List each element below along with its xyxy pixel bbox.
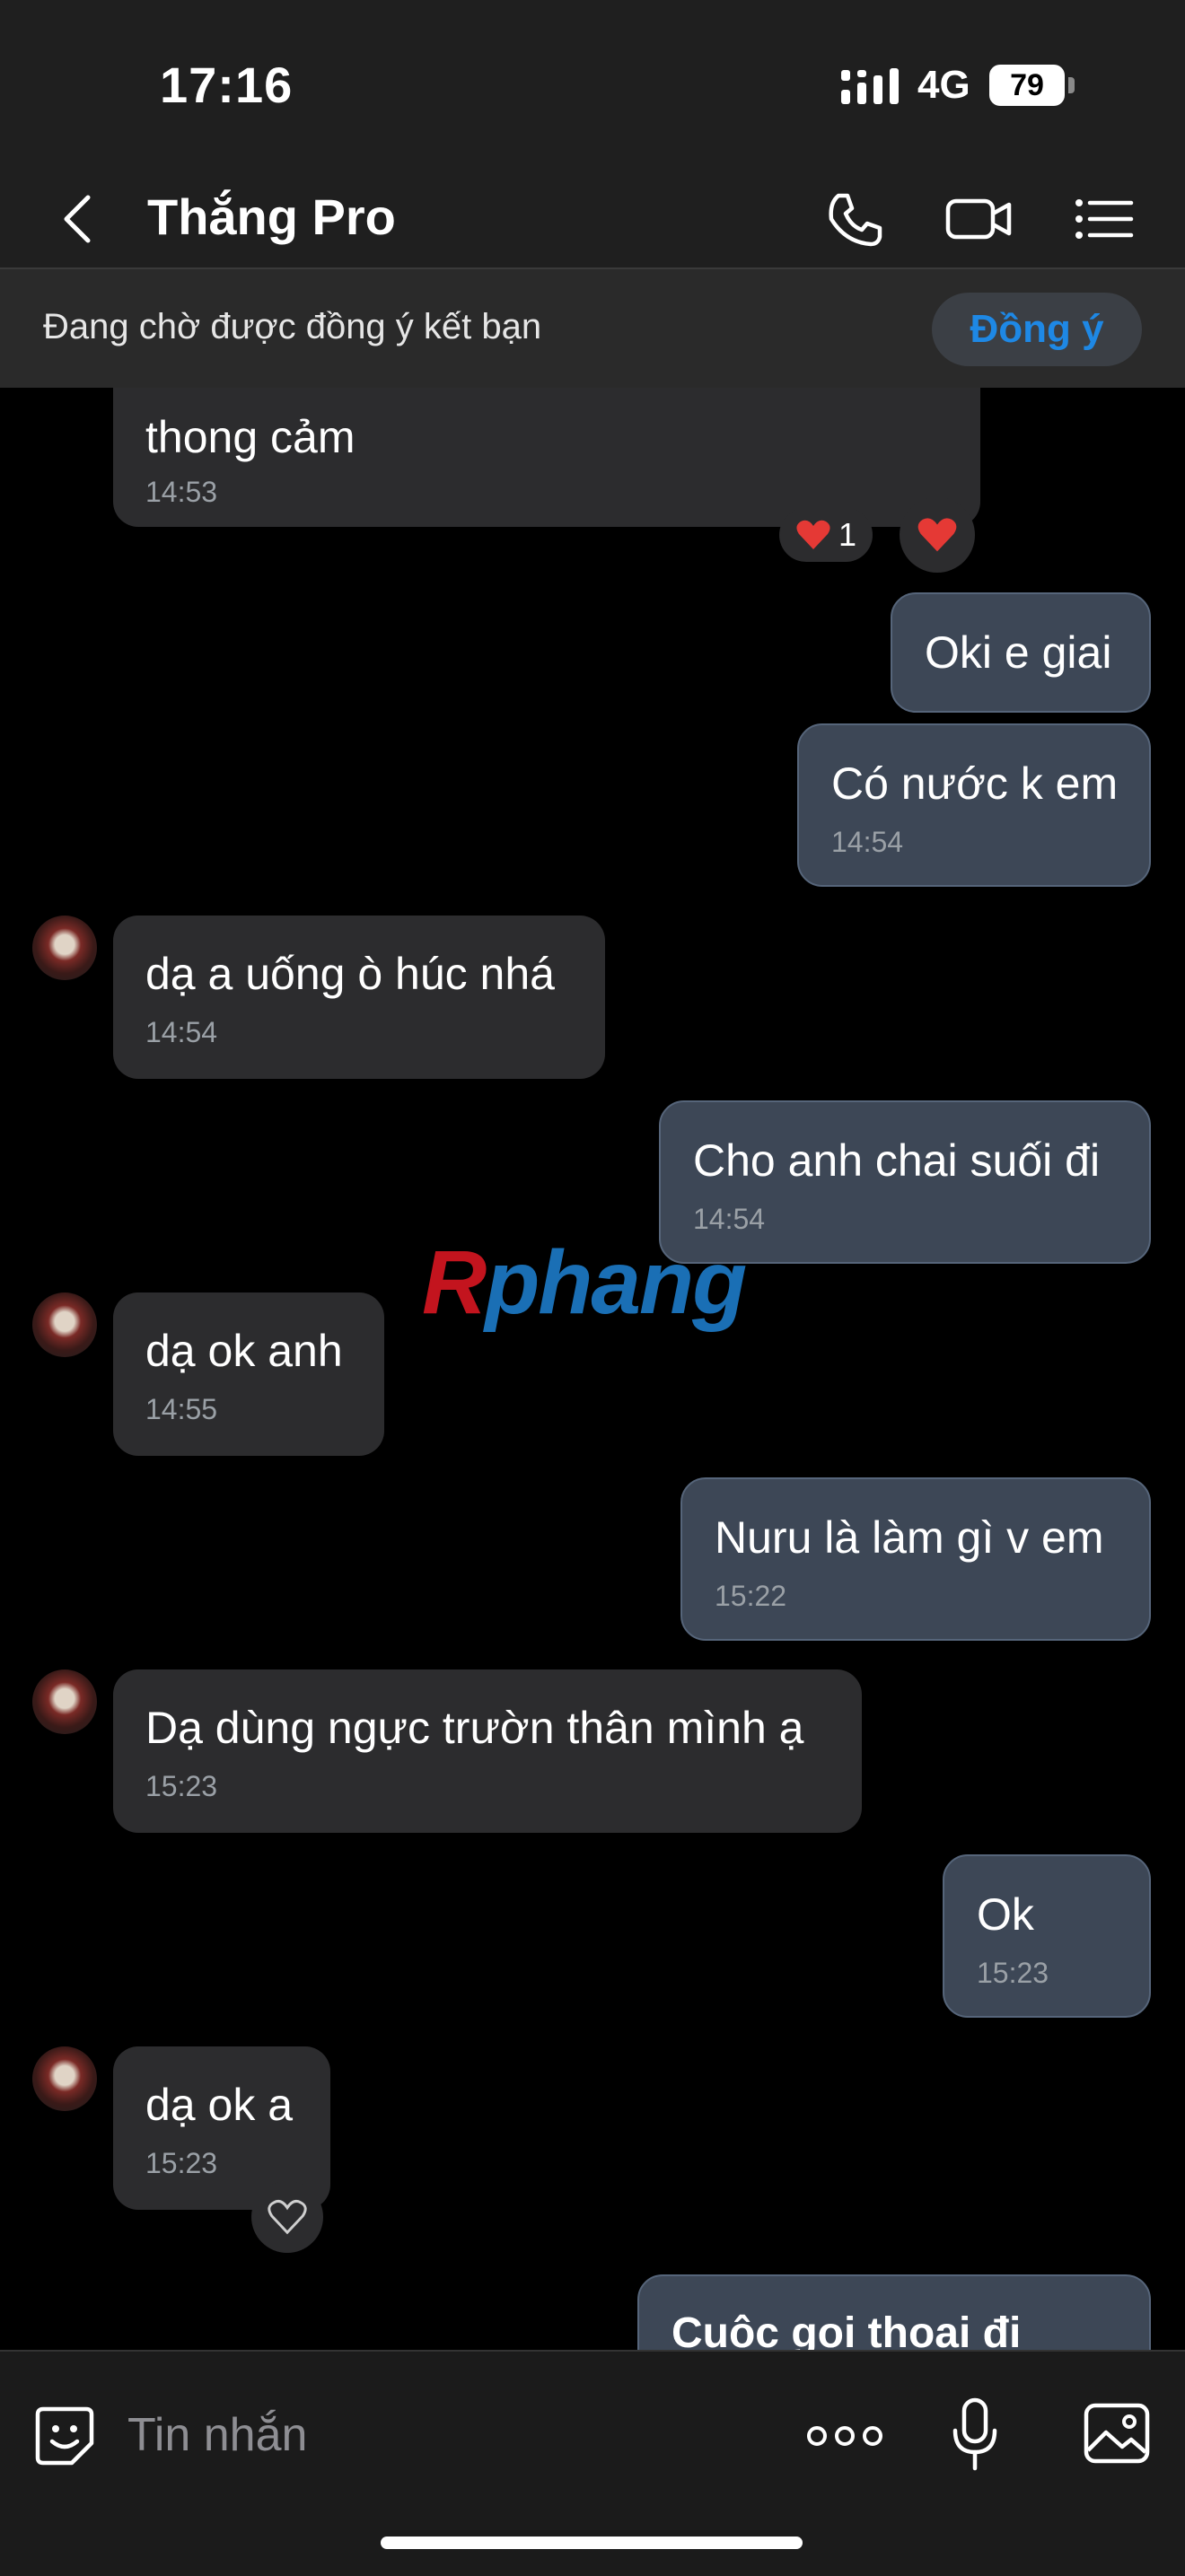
call-message-bubble[interactable]: Cuộc gọi thoại đi (637, 2274, 1151, 2350)
message-bubble-outgoing[interactable]: Ok 15:23 (943, 1854, 1151, 2018)
message-input[interactable] (126, 2398, 704, 2472)
message-text: dạ a uống ò húc nhá (145, 949, 555, 999)
message-time: 15:23 (145, 1770, 218, 1802)
message-time: 15:22 (715, 1580, 787, 1612)
message-text: Oki e giai (925, 627, 1112, 678)
battery-level: 79 (1010, 68, 1044, 102)
contact-name[interactable]: Thắng Pro (147, 188, 396, 246)
sticker-icon[interactable] (32, 2404, 97, 2468)
cellular-signal-icon (841, 68, 899, 104)
video-camera-icon[interactable] (943, 183, 1014, 255)
message-text: Nuru là làm gì v em (715, 1512, 1104, 1563)
microphone-icon[interactable] (948, 2396, 1002, 2472)
message-text: dạ ok anh (145, 1326, 343, 1376)
message-time: 15:23 (977, 1957, 1049, 1989)
list-menu-icon[interactable] (1068, 183, 1140, 255)
phone-icon[interactable] (819, 183, 891, 255)
watermark-logo: Rphang (422, 1232, 747, 1333)
chevron-left-icon[interactable] (56, 190, 101, 248)
message-text: Cho anh chai suối đi (693, 1135, 1101, 1186)
message-time: 14:54 (831, 826, 904, 858)
message-time: 14:55 (145, 1393, 218, 1425)
react-heart-button[interactable] (251, 2181, 323, 2253)
status-bar: 17:16 4G 79 (0, 0, 1185, 171)
status-time: 17:16 (160, 57, 294, 113)
message-text: dạ ok a (145, 2080, 294, 2130)
message-bubble-incoming[interactable]: thong cảm 14:53 (113, 388, 980, 527)
heart-outline-icon (268, 2200, 307, 2235)
heart-icon (796, 520, 830, 549)
message-bubble-incoming[interactable]: Dạ dùng ngực trườn thân mình ạ 15:23 (113, 1669, 862, 1833)
call-message-text: Cuộc gọi thoại đi (672, 2309, 1022, 2350)
message-bubble-incoming[interactable]: dạ ok anh 14:55 (113, 1292, 384, 1456)
home-indicator[interactable] (381, 2537, 803, 2549)
message-time: 15:23 (145, 2147, 218, 2179)
avatar[interactable] (32, 1292, 97, 1357)
reaction-count: 1 (838, 516, 857, 553)
message-bubble-outgoing[interactable]: Oki e giai (891, 592, 1151, 713)
message-list[interactable]: thong cảm 14:53 1 Oki e giai Có nước k e… (0, 388, 1185, 2350)
message-text: Ok (977, 1889, 1034, 1940)
avatar[interactable] (32, 2046, 97, 2111)
avatar[interactable] (32, 916, 97, 980)
friend-request-banner: Đang chờ được đồng ý kết bạn Đồng ý (0, 269, 1185, 388)
image-gallery-icon[interactable] (1083, 2402, 1151, 2465)
message-text: thong cảm (145, 412, 356, 462)
avatar[interactable] (32, 1669, 97, 1734)
accept-friend-button[interactable]: Đồng ý (932, 293, 1142, 366)
pending-friend-text: Đang chờ được đồng ý kết bạn (43, 307, 542, 346)
message-text: Có nước k em (831, 758, 1119, 809)
battery-icon: 79 (989, 65, 1075, 106)
message-time: 14:53 (145, 476, 218, 508)
more-options-icon[interactable] (804, 2420, 885, 2452)
reaction-summary[interactable]: 1 (779, 508, 873, 562)
message-bubble-incoming[interactable]: dạ a uống ò húc nhá 14:54 (113, 916, 605, 1079)
chat-header: Thắng Pro (0, 171, 1185, 269)
message-bubble-outgoing[interactable]: Có nước k em 14:54 (797, 723, 1151, 887)
message-text: Dạ dùng ngực trườn thân mình ạ (145, 1703, 804, 1753)
message-time: 14:54 (145, 1016, 218, 1048)
message-bubble-outgoing[interactable]: Nuru là làm gì v em 15:22 (680, 1477, 1151, 1641)
react-heart-button[interactable] (900, 497, 975, 573)
heart-icon (917, 518, 957, 552)
network-type: 4G (917, 63, 970, 107)
